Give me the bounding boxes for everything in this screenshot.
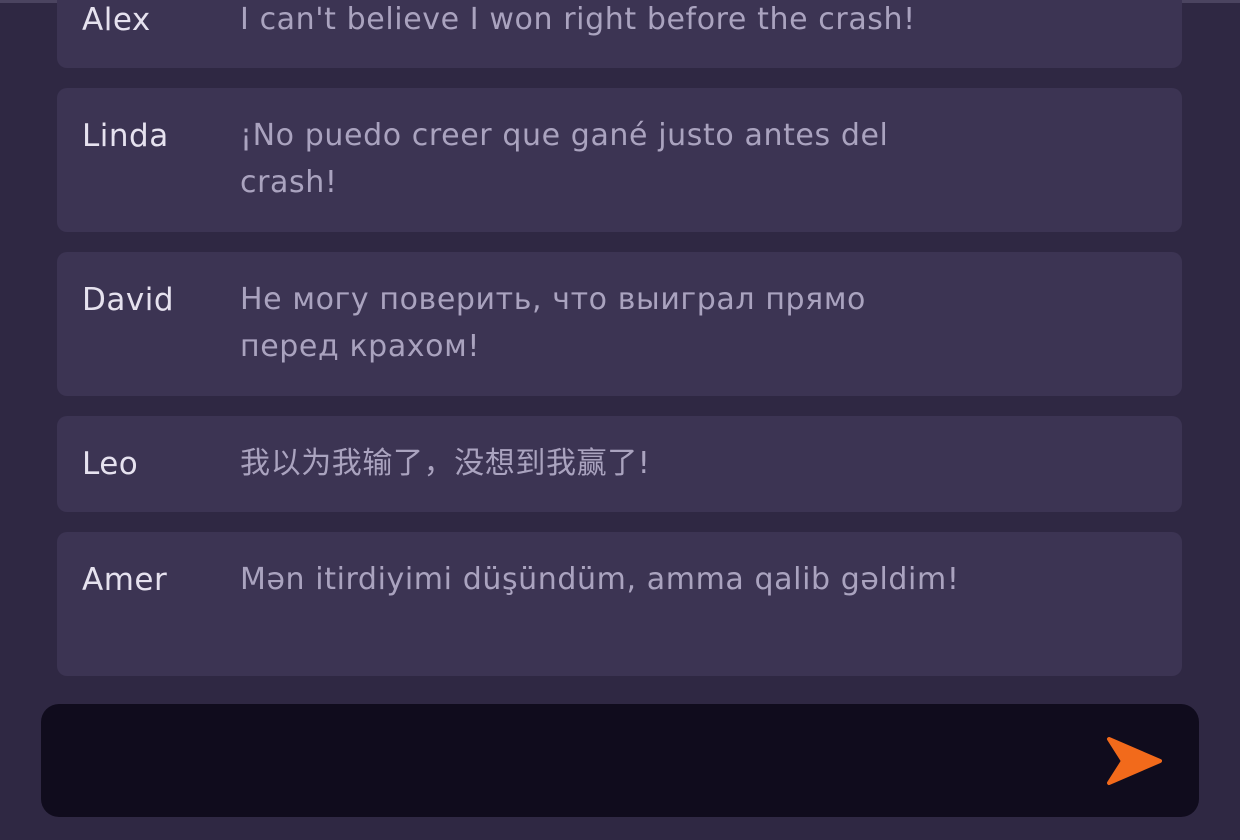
message-username[interactable]: David — [82, 282, 174, 318]
message-username[interactable]: Leo — [82, 446, 138, 482]
message-input[interactable] — [71, 728, 1091, 794]
send-button[interactable] — [1099, 730, 1169, 794]
chat-message: Leo 我以为我输了，没想到我赢了! — [57, 416, 1182, 512]
message-composer — [41, 704, 1199, 817]
message-username[interactable]: Alex — [82, 2, 151, 38]
send-arrow-icon — [1106, 736, 1162, 789]
chat-message-list[interactable]: Alex I can't believe I won right before … — [0, 0, 1240, 690]
message-text: 我以为我输了，没想到我赢了! — [240, 446, 651, 481]
message-username[interactable]: Linda — [82, 118, 169, 154]
message-username[interactable]: Amer — [82, 562, 167, 598]
chat-message: Linda ¡No puedo creer que gané justo ant… — [57, 88, 1182, 232]
chat-message: David Не могу поверить, что выиграл прям… — [57, 252, 1182, 396]
message-text: ¡No puedo creer que gané justo antes del… — [240, 118, 889, 200]
message-text: Не могу поверить, что выиграл прямо пере… — [240, 282, 867, 364]
message-text: Mən itirdiyimi düşündüm, amma qalib gəld… — [240, 562, 960, 597]
chat-message: Amer Mən itirdiyimi düşündüm, amma qalib… — [57, 532, 1182, 676]
chat-message: Alex I can't believe I won right before … — [57, 0, 1182, 68]
message-text: I can't believe I won right before the c… — [240, 2, 916, 37]
